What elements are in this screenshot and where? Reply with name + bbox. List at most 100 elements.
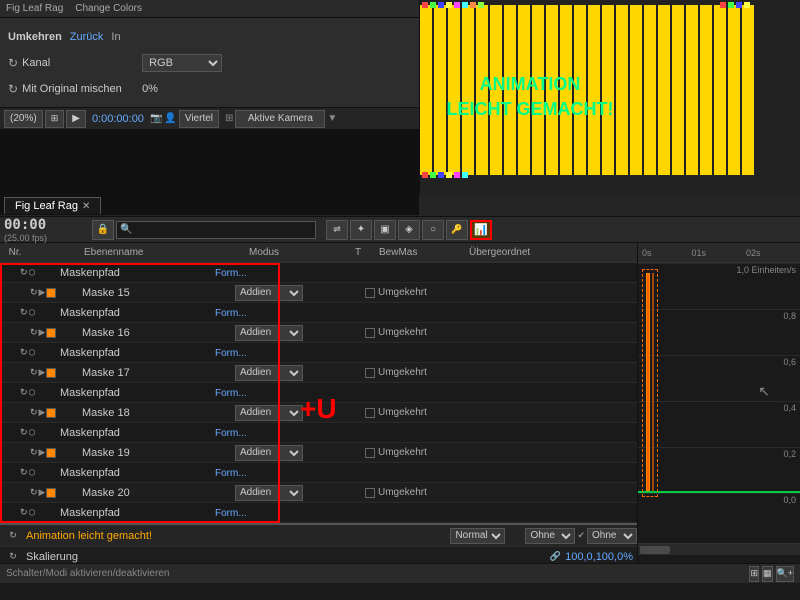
table-row[interactable]: ↻ ⬡ Maskenpfad Form...: [0, 303, 637, 323]
mode-dropdown[interactable]: Addien: [235, 405, 303, 421]
resolution-btn[interactable]: ⊞: [45, 110, 65, 128]
ohne-dropdown-2[interactable]: Ohne: [587, 528, 637, 544]
table-row[interactable]: ↻ ▶ Maske 20 Addien Umgekehrt: [0, 483, 637, 503]
star-icon[interactable]: ✦: [350, 220, 372, 240]
umgekehrt-checkbox[interactable]: [365, 488, 375, 498]
tab-label: Fig Leaf Rag: [15, 200, 78, 212]
form-link[interactable]: Form...: [215, 388, 247, 399]
umgekehrt-label: Umgekehrt: [378, 447, 427, 458]
col-header-bewmas: BewMas: [375, 247, 465, 258]
form-link[interactable]: Form...: [215, 508, 247, 519]
layer-name: Maskenpfad: [60, 507, 215, 519]
mode-dropdown[interactable]: Addien: [235, 285, 303, 301]
triangle-icon[interactable]: ▶: [39, 367, 46, 378]
graph-area: 1,0 Einheiten/s 0,8 0,6 0,4 0,2 0,0: [638, 263, 800, 543]
table-row[interactable]: ↻ Skalierung 🔗 100,0,100,0%: [0, 547, 637, 563]
cycle-icon: ↻: [9, 551, 17, 562]
color-box: [46, 328, 56, 338]
triangle-icon[interactable]: ▶: [39, 487, 46, 498]
ruler-mark-1: 01s: [692, 248, 707, 258]
layer-name: Maskenpfad: [60, 427, 215, 439]
table-row[interactable]: ↻ ⬡ Maskenpfad Form...: [0, 463, 637, 483]
graph-icon[interactable]: 📊: [470, 220, 492, 240]
quality-btn[interactable]: Viertel: [179, 110, 219, 128]
umgekehrt-label: Umgekehrt: [378, 327, 427, 338]
change-colors[interactable]: Change Colors: [75, 3, 142, 14]
table-row[interactable]: ↻ ⬡ Maskenpfad Form...: [0, 263, 637, 283]
umgekehrt-checkbox[interactable]: [365, 368, 375, 378]
color-box: [46, 408, 56, 418]
lock-btn[interactable]: 🔒: [92, 220, 114, 240]
triangle-icon[interactable]: ▶: [39, 447, 46, 458]
table-row[interactable]: ↻ Animation leicht gemacht! Normal Ohne …: [0, 525, 637, 547]
form-link[interactable]: Form...: [215, 308, 247, 319]
table-row[interactable]: ↻ ⬡ Maskenpfad Form...: [0, 423, 637, 443]
cycle-icon-kanal: ↻: [8, 56, 18, 70]
table-row[interactable]: ↻ ▶ Maske 17 Addien Umgekehrt: [0, 363, 637, 383]
table-row[interactable]: ↻ ▶ Maske 16 Addien Umgekehrt: [0, 323, 637, 343]
zoom-select[interactable]: (20%): [4, 110, 43, 128]
tab-close-icon[interactable]: ✕: [82, 201, 90, 212]
status-bar: Schalter/Modi aktivieren/deaktivieren ⊞ …: [0, 563, 800, 583]
mode-dropdown[interactable]: Addien: [235, 365, 303, 381]
comp-name[interactable]: Fig Leaf Rag: [6, 3, 63, 14]
triangle-icon[interactable]: ▶: [39, 287, 46, 298]
skalierung-value[interactable]: 100,0,100,0%: [565, 551, 633, 563]
h-scrollbar[interactable]: [638, 543, 800, 555]
svg-text:ANIMATION: ANIMATION: [480, 74, 581, 94]
rect-icon[interactable]: ▣: [374, 220, 396, 240]
table-row[interactable]: ↻ ⬡ Maskenpfad Form...: [0, 503, 637, 523]
mask-icon: ⬡: [29, 388, 36, 397]
mode-dropdown[interactable]: Addien: [235, 485, 303, 501]
mask-name: Maske 19: [80, 447, 235, 459]
form-link[interactable]: Form...: [215, 468, 247, 479]
mode-dropdown[interactable]: Addien: [235, 325, 303, 341]
table-row[interactable]: ↻ ▶ Maske 19 Addien Umgekehrt: [0, 443, 637, 463]
zoom-in-btn[interactable]: 🔍+: [776, 566, 794, 582]
tab-fig-leaf-rag[interactable]: Fig Leaf Rag ✕: [4, 197, 101, 214]
triangle-icon[interactable]: ▶: [39, 407, 46, 418]
kanal-dropdown[interactable]: RGB Rot Grün Blau Alpha: [142, 54, 222, 72]
kanal-label: Kanal: [22, 57, 142, 69]
back-link[interactable]: Zurück: [70, 31, 104, 43]
layer-name: Maskenpfad: [60, 467, 215, 479]
scrollbar-thumb[interactable]: [640, 546, 670, 554]
search-input[interactable]: [116, 221, 316, 239]
color-box: [46, 488, 56, 498]
table-row[interactable]: ↻ ⬡ Maskenpfad Form...: [0, 343, 637, 363]
col-header-mode: Modus: [245, 247, 355, 258]
modes-btn[interactable]: ▦: [762, 566, 773, 582]
umgekehrt-checkbox[interactable]: [365, 448, 375, 458]
mode-dropdown[interactable]: Addien: [235, 445, 303, 461]
col-header-parent: Übergeordnet: [465, 247, 565, 258]
table-row[interactable]: ↻ ▶ Maske 15 Addien Umgekehrt: [0, 283, 637, 303]
mask-name: Maske 20: [80, 487, 235, 499]
transfer-icon[interactable]: ⇌: [326, 220, 348, 240]
umgekehrt-checkbox[interactable]: [365, 288, 375, 298]
form-link[interactable]: Form...: [215, 348, 247, 359]
top-bar: Fig Leaf Rag Change Colors: [0, 0, 419, 18]
umgekehrt-checkbox[interactable]: [365, 328, 375, 338]
form-link[interactable]: Form...: [215, 428, 247, 439]
switches-btn[interactable]: ⊞: [749, 566, 759, 582]
mask-icon: ⬡: [29, 428, 36, 437]
timecode-display[interactable]: 00:00: [4, 217, 84, 233]
ruler-mark-2: 02s: [746, 248, 761, 258]
circle-icon[interactable]: ○: [422, 220, 444, 240]
mask-name: Maske 18: [80, 407, 235, 419]
table-row[interactable]: ↻ ⬡ Maskenpfad Form...: [0, 383, 637, 403]
mischen-value[interactable]: 0%: [142, 83, 158, 95]
normal-mode-dropdown-1[interactable]: Normal: [450, 528, 505, 544]
key-icon[interactable]: 🔑: [446, 220, 468, 240]
fit-btn[interactable]: ▶: [66, 110, 86, 128]
search-icon: 🔍: [120, 224, 132, 235]
animation-layer-name: Animation leicht gemacht!: [26, 530, 450, 542]
triangle-icon[interactable]: ▶: [39, 327, 46, 338]
umgekehrt-checkbox[interactable]: [365, 408, 375, 418]
diamond-icon[interactable]: ◈: [398, 220, 420, 240]
timecode[interactable]: 0:00:00:00: [92, 113, 144, 125]
camera-view-btn[interactable]: Aktive Kamera: [235, 110, 325, 128]
form-link[interactable]: Form...: [215, 268, 247, 279]
table-row[interactable]: ↻ ▶ Maske 18 Addien Umgekehrt: [0, 403, 637, 423]
ohne-dropdown-1[interactable]: Ohne: [525, 528, 575, 544]
